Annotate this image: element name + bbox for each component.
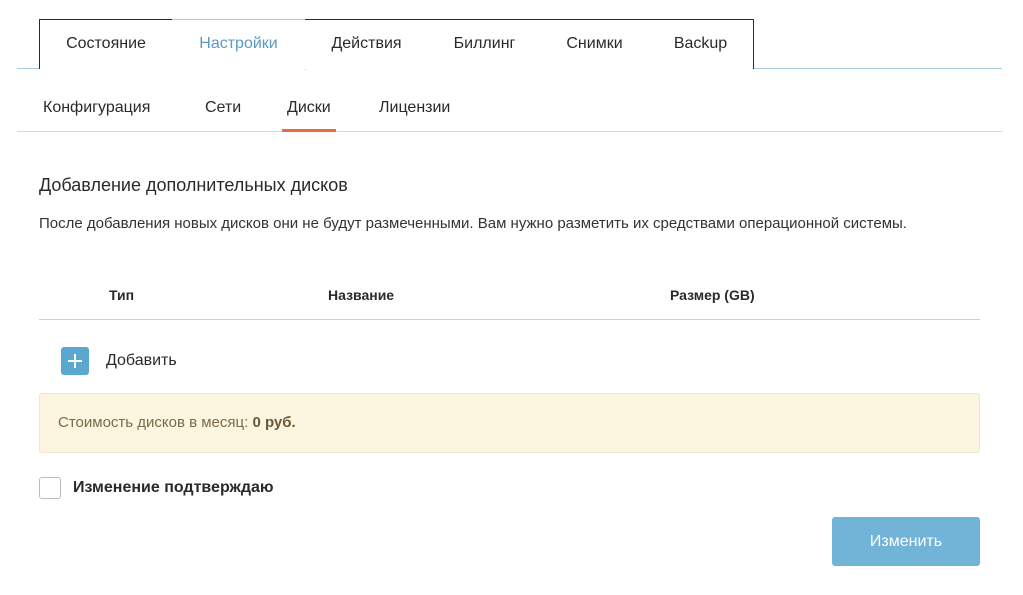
add-disk-button[interactable] [61, 347, 89, 375]
cost-panel: Стоимость дисков в месяц: 0 руб. [39, 393, 980, 453]
subtab-configuration[interactable]: Конфигурация [43, 99, 150, 117]
add-disk-label[interactable]: Добавить [106, 352, 177, 370]
subtab-disks[interactable]: Диски [282, 99, 336, 132]
tab-actions[interactable]: Действия [305, 19, 429, 69]
column-size: Размер (GB) [670, 287, 755, 303]
top-tabs: Состояние Настройки Действия Биллинг Сни… [17, 19, 1002, 70]
tab-snapshots[interactable]: Снимки [541, 19, 649, 69]
column-type: Тип [109, 287, 135, 303]
sub-tabs: Конфигурация Сети Диски Лицензии [17, 84, 1002, 132]
submit-button[interactable]: Изменить [832, 517, 980, 566]
section-title: Добавление дополнительных дисков [39, 175, 348, 195]
confirm-label[interactable]: Изменение подтверждаю [73, 479, 274, 497]
subtab-licenses[interactable]: Лицензии [379, 99, 450, 117]
cost-value: 0 руб. [252, 414, 296, 431]
section-description: После добавления новых дисков они не буд… [39, 215, 907, 232]
cost-label: Стоимость дисков в месяц: [58, 414, 249, 431]
tab-settings[interactable]: Настройки [172, 19, 306, 70]
tab-state[interactable]: Состояние [39, 19, 173, 69]
confirm-change[interactable]: Изменение подтверждаю [39, 477, 274, 499]
disks-table-header: Тип Название Размер (GB) [39, 280, 980, 320]
subtab-networks[interactable]: Сети [205, 99, 241, 117]
add-disk-row[interactable]: Добавить [61, 346, 177, 376]
tab-billing[interactable]: Биллинг [428, 19, 542, 69]
column-name: Название [328, 287, 395, 303]
plus-icon [68, 354, 82, 368]
tab-backup[interactable]: Backup [648, 19, 754, 69]
confirm-checkbox[interactable] [39, 477, 61, 499]
